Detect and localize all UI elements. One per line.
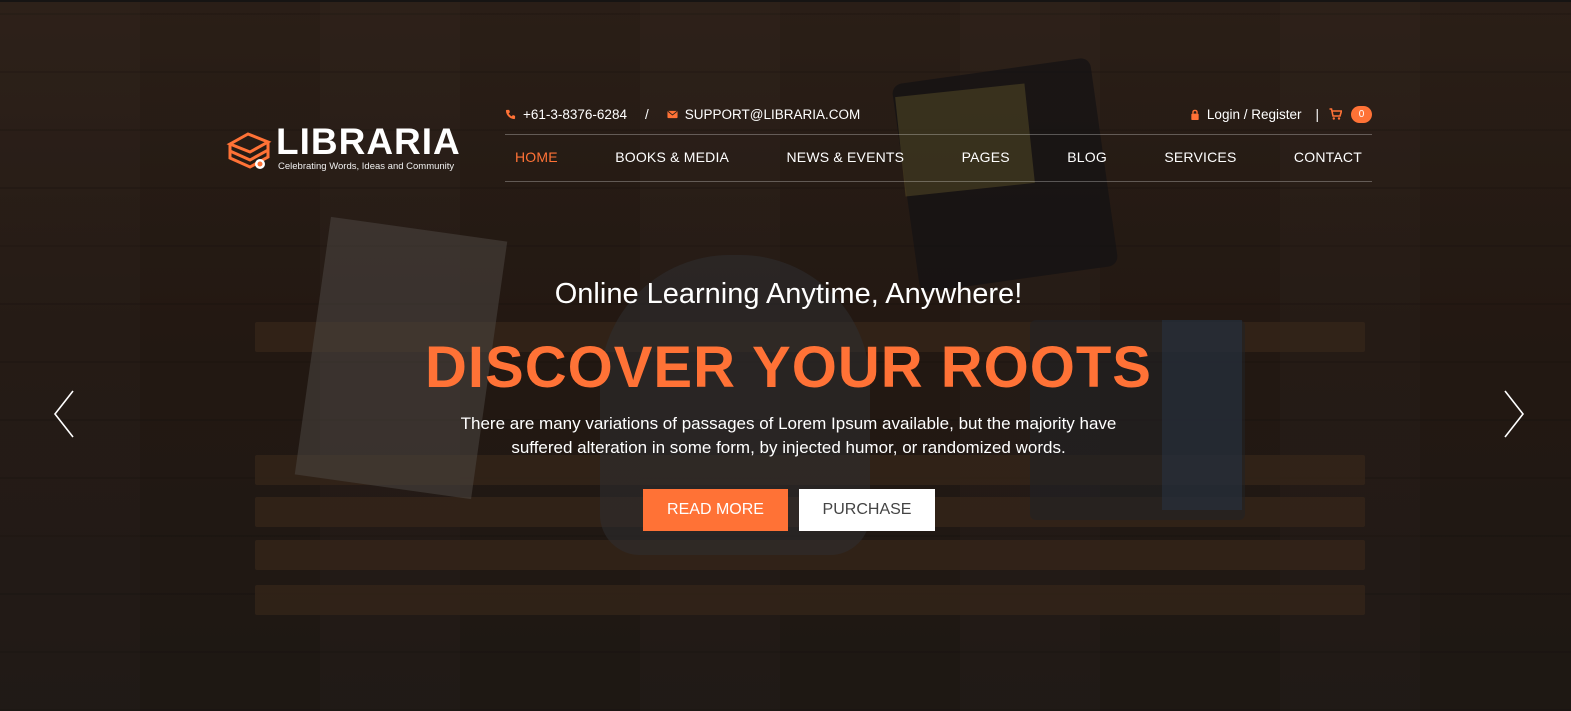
nav-item-home[interactable]: HOME xyxy=(515,148,558,166)
nav-item-books-media[interactable]: BOOKS & MEDIA xyxy=(615,148,729,166)
user-area: Login / Register | 0 xyxy=(1190,105,1372,123)
brand-tagline: Celebrating Words, Ideas and Community xyxy=(278,161,455,172)
slide-title: DISCOVER YOUR ROOTS xyxy=(425,335,1152,400)
chevron-left-icon[interactable] xyxy=(52,389,76,439)
site-logo[interactable]: LIBRARIA Celebrating Words, Ideas and Co… xyxy=(226,121,461,172)
cart-count-badge[interactable]: 0 xyxy=(1351,105,1372,123)
nav-item-contact[interactable]: CONTACT xyxy=(1294,148,1362,166)
nav-item-services[interactable]: SERVICES xyxy=(1164,148,1236,166)
nav-item-pages[interactable]: PAGES xyxy=(962,148,1010,166)
login-register-link[interactable]: Login / Register xyxy=(1207,107,1302,122)
read-more-button[interactable]: READ MORE xyxy=(643,489,788,531)
main-nav: HOME BOOKS & MEDIA NEWS & EVENTS PAGES B… xyxy=(505,148,1372,166)
purchase-button[interactable]: PURCHASE xyxy=(799,489,935,531)
brand-name: LIBRARIA xyxy=(276,121,461,162)
hero-slider: LIBRARIA Celebrating Words, Ideas and Co… xyxy=(0,0,1571,711)
stacked-books-logo-icon xyxy=(226,132,272,169)
nav-top-divider xyxy=(505,134,1372,135)
nav-item-blog[interactable]: BLOG xyxy=(1067,148,1107,166)
slide-description: There are many variations of passages of… xyxy=(0,412,1571,460)
contact-separator: / xyxy=(644,106,649,122)
slide-description-line: suffered alteration in some form, by inj… xyxy=(511,438,1066,457)
slide-subtitle: Online Learning Anytime, Anywhere! xyxy=(554,278,1023,310)
user-divider: | xyxy=(1315,106,1319,122)
contact-bar: +61-3-8376-6284 / SUPPORT@LIBRARIA.COM xyxy=(505,106,860,122)
phone-number[interactable]: +61-3-8376-6284 xyxy=(523,107,627,122)
support-email[interactable]: SUPPORT@LIBRARIA.COM xyxy=(685,107,861,122)
cart-icon[interactable] xyxy=(1329,108,1342,120)
phone-icon xyxy=(505,109,516,119)
lock-icon xyxy=(1191,109,1199,120)
chevron-right-icon[interactable] xyxy=(1502,389,1526,439)
envelope-icon xyxy=(667,110,678,118)
slide-description-line: There are many variations of passages of… xyxy=(460,414,1117,433)
nav-item-news-events[interactable]: NEWS & EVENTS xyxy=(786,148,904,166)
nav-bottom-divider xyxy=(505,181,1372,182)
